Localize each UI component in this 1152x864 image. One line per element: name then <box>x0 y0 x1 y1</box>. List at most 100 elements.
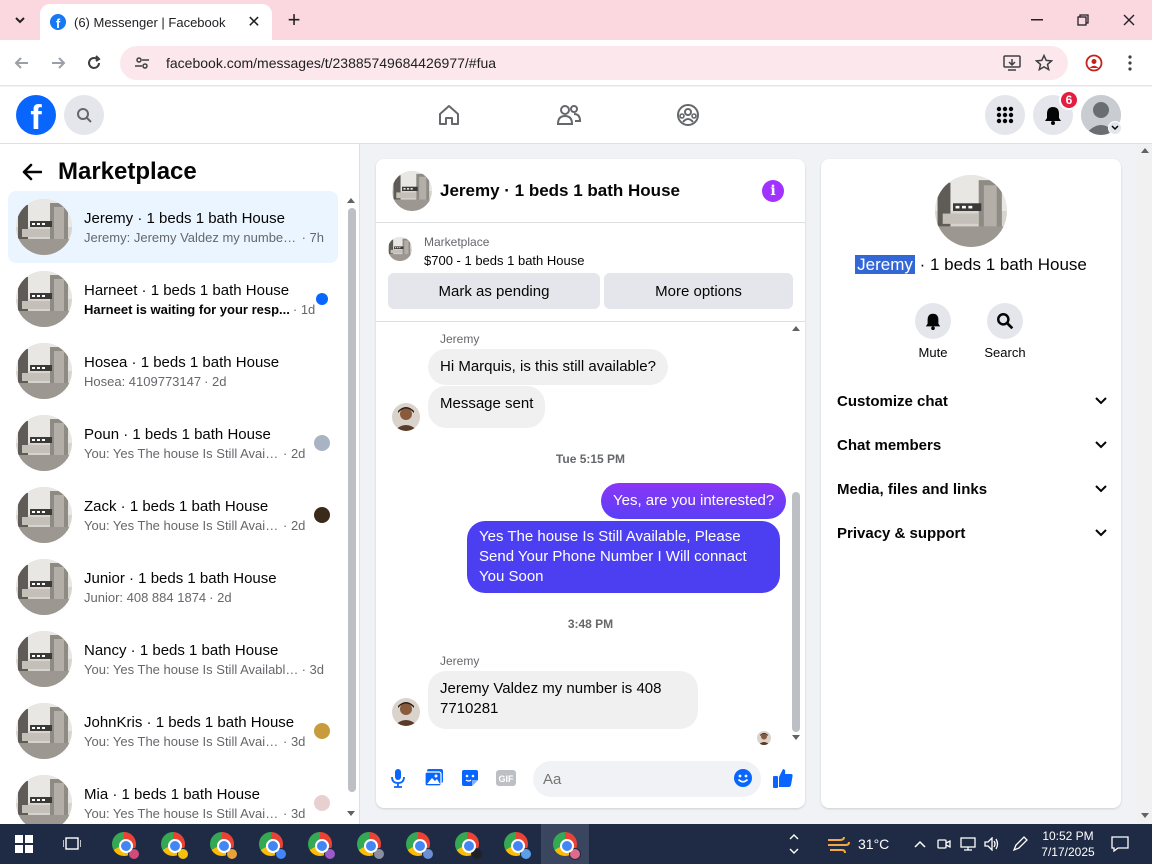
browser-tab[interactable]: f (6) Messenger | Facebook ✕ <box>40 4 272 40</box>
listing-thumbnail <box>16 415 72 471</box>
conversation-sidebar: Marketplace Jeremy · 1 beds 1 bath House… <box>0 144 360 824</box>
section-media-files-links[interactable]: Media, files and links <box>837 477 1107 501</box>
chevron-down-icon <box>1095 529 1107 537</box>
svg-text:GIF: GIF <box>499 774 515 784</box>
action-center-icon[interactable] <box>1106 830 1134 858</box>
mark-as-pending-button[interactable]: Mark as pending <box>388 273 600 309</box>
pen-icon[interactable] <box>1006 830 1034 858</box>
photo-icon[interactable] <box>423 767 445 789</box>
chrome-taskbar-icon[interactable] <box>257 830 287 860</box>
chrome-taskbar-icon[interactable] <box>404 830 434 860</box>
back-icon[interactable] <box>10 51 34 75</box>
sender-avatar[interactable] <box>392 403 420 431</box>
mute-label: Mute <box>918 345 948 360</box>
conversation-item-hosea[interactable]: Hosea · 1 beds 1 bath House Hosea: 41097… <box>8 335 338 407</box>
chrome-taskbar-icon[interactable] <box>551 830 581 860</box>
chrome-taskbar-icon[interactable] <box>453 830 483 860</box>
message-input[interactable] <box>533 761 761 797</box>
bookmark-star-icon[interactable] <box>1031 50 1057 76</box>
gif-icon[interactable]: GIF <box>495 767 517 789</box>
forward-icon[interactable] <box>46 51 70 75</box>
info-icon[interactable]: i <box>762 180 784 202</box>
message-incoming[interactable]: Message sent <box>428 386 546 428</box>
selected-name-text: Jeremy <box>855 255 915 274</box>
marketplace-listing[interactable]: Marketplace $700 - 1 beds 1 bath House <box>388 235 584 268</box>
section-privacy-support[interactable]: Privacy & support <box>837 521 1107 545</box>
volume-icon[interactable] <box>978 830 1006 858</box>
restore-icon[interactable] <box>1060 0 1106 40</box>
message-outgoing[interactable]: Yes The house Is Still Available, Please… <box>467 521 780 593</box>
close-tab-icon[interactable]: ✕ <box>246 14 262 31</box>
install-app-icon[interactable] <box>999 50 1025 76</box>
message-sender: Jeremy <box>440 654 480 668</box>
section-customize-chat[interactable]: Customize chat <box>837 389 1107 413</box>
weather-widget[interactable]: 31°C <box>826 834 889 854</box>
address-bar-row: facebook.com/messages/t/2388574968442697… <box>0 40 1152 86</box>
conversation-item-poun[interactable]: Poun · 1 beds 1 bath House You: Yes The … <box>8 407 338 479</box>
task-view-icon[interactable] <box>58 830 86 858</box>
account-dropdown-icon[interactable] <box>1108 121 1122 135</box>
chat-avatar[interactable] <box>392 171 432 211</box>
sender-avatar[interactable] <box>392 698 420 726</box>
conversation-name: Junior · 1 beds 1 bath House <box>84 569 277 587</box>
more-options-button[interactable]: More options <box>604 273 793 309</box>
chrome-taskbar-icon[interactable] <box>502 830 532 860</box>
listing-title: $700 - 1 beds 1 bath House <box>424 253 585 268</box>
mute-button[interactable]: Mute <box>903 303 963 360</box>
chrome-taskbar-icon[interactable] <box>306 830 336 860</box>
clock-date: 7/17/2025 <box>1041 845 1095 859</box>
reload-icon[interactable] <box>82 51 106 75</box>
facebook-logo-icon[interactable]: f <box>16 95 56 135</box>
sidebar-scrollbar[interactable] <box>346 196 356 816</box>
clock-time: 10:52 PM <box>1042 829 1094 843</box>
search-icon[interactable] <box>64 95 104 135</box>
timestamp: 3:48 PM <box>567 617 614 631</box>
section-chat-members[interactable]: Chat members <box>837 433 1107 457</box>
facebook-favicon-icon: f <box>50 14 66 30</box>
system-clock[interactable]: 10:52 PM 7/17/2025 <box>1036 828 1100 860</box>
home-icon[interactable] <box>433 99 465 131</box>
message-outgoing[interactable]: Yes, are you interested? <box>601 483 787 519</box>
browser-tab-bar: f (6) Messenger | Facebook ✕ + <box>0 0 1152 40</box>
new-tab-icon[interactable]: + <box>282 7 306 32</box>
conversation-item-johnkris[interactable]: JohnKris · 1 beds 1 bath House You: Yes … <box>8 695 338 767</box>
listing-thumbnail <box>16 559 72 615</box>
chrome-menu-icon[interactable] <box>1117 50 1143 76</box>
message-incoming[interactable]: Jeremy Valdez my number is 408 7710281 <box>428 671 698 729</box>
groups-icon[interactable] <box>672 99 704 131</box>
chrome-taskbar-icon[interactable] <box>208 830 238 860</box>
thumbs-up-icon[interactable] <box>772 767 794 789</box>
back-arrow-icon[interactable] <box>20 160 44 184</box>
contact-name: Jeremy · 1 beds 1 bath House <box>821 255 1121 275</box>
menu-grid-icon[interactable] <box>985 95 1025 135</box>
page-scrollbar[interactable] <box>1137 144 1152 824</box>
chrome-taskbar-icon[interactable] <box>110 830 140 860</box>
windows-start-icon[interactable] <box>10 830 38 858</box>
conversation-item-harneet[interactable]: Harneet · 1 beds 1 bath House Harneet is… <box>8 263 338 335</box>
microphone-icon[interactable] <box>387 767 409 789</box>
contact-avatar[interactable] <box>935 175 1007 247</box>
chrome-taskbar-icon[interactable] <box>159 830 189 860</box>
conversation-item-junior[interactable]: Junior · 1 beds 1 bath House Junior: 408… <box>8 551 338 623</box>
chrome-profile-icon[interactable] <box>1081 50 1107 76</box>
url-input[interactable]: facebook.com/messages/t/2388574968442697… <box>120 46 1068 80</box>
conversation-item-nancy[interactable]: Nancy · 1 beds 1 bath House You: Yes The… <box>8 623 338 695</box>
minimize-icon[interactable] <box>1014 0 1060 40</box>
close-window-icon[interactable] <box>1106 0 1152 40</box>
chat-scrollbar[interactable] <box>791 324 801 744</box>
conversation-item-jeremy[interactable]: Jeremy · 1 beds 1 bath House Jeremy: Jer… <box>8 191 338 263</box>
message-incoming[interactable]: Hi Marquis, is this still available? <box>428 349 668 385</box>
tab-search-icon[interactable] <box>8 8 32 32</box>
seen-avatar-icon <box>757 731 771 745</box>
site-settings-icon[interactable] <box>132 53 152 73</box>
friends-icon[interactable] <box>553 99 585 131</box>
taskbar-scroll-icon[interactable] <box>786 830 802 858</box>
conversation-snippet: Jeremy: Jeremy Valdez my number ... <box>84 229 299 245</box>
seen-avatar-icon <box>314 795 330 811</box>
conversation-item-zack[interactable]: Zack · 1 beds 1 bath House You: Yes The … <box>8 479 338 551</box>
emoji-icon[interactable] <box>732 767 754 789</box>
sticker-icon[interactable] <box>459 767 481 789</box>
chat-title[interactable]: Jeremy · 1 beds 1 bath House <box>440 181 680 201</box>
search-in-conversation-button[interactable]: Search <box>975 303 1035 360</box>
chrome-taskbar-icon[interactable] <box>355 830 385 860</box>
